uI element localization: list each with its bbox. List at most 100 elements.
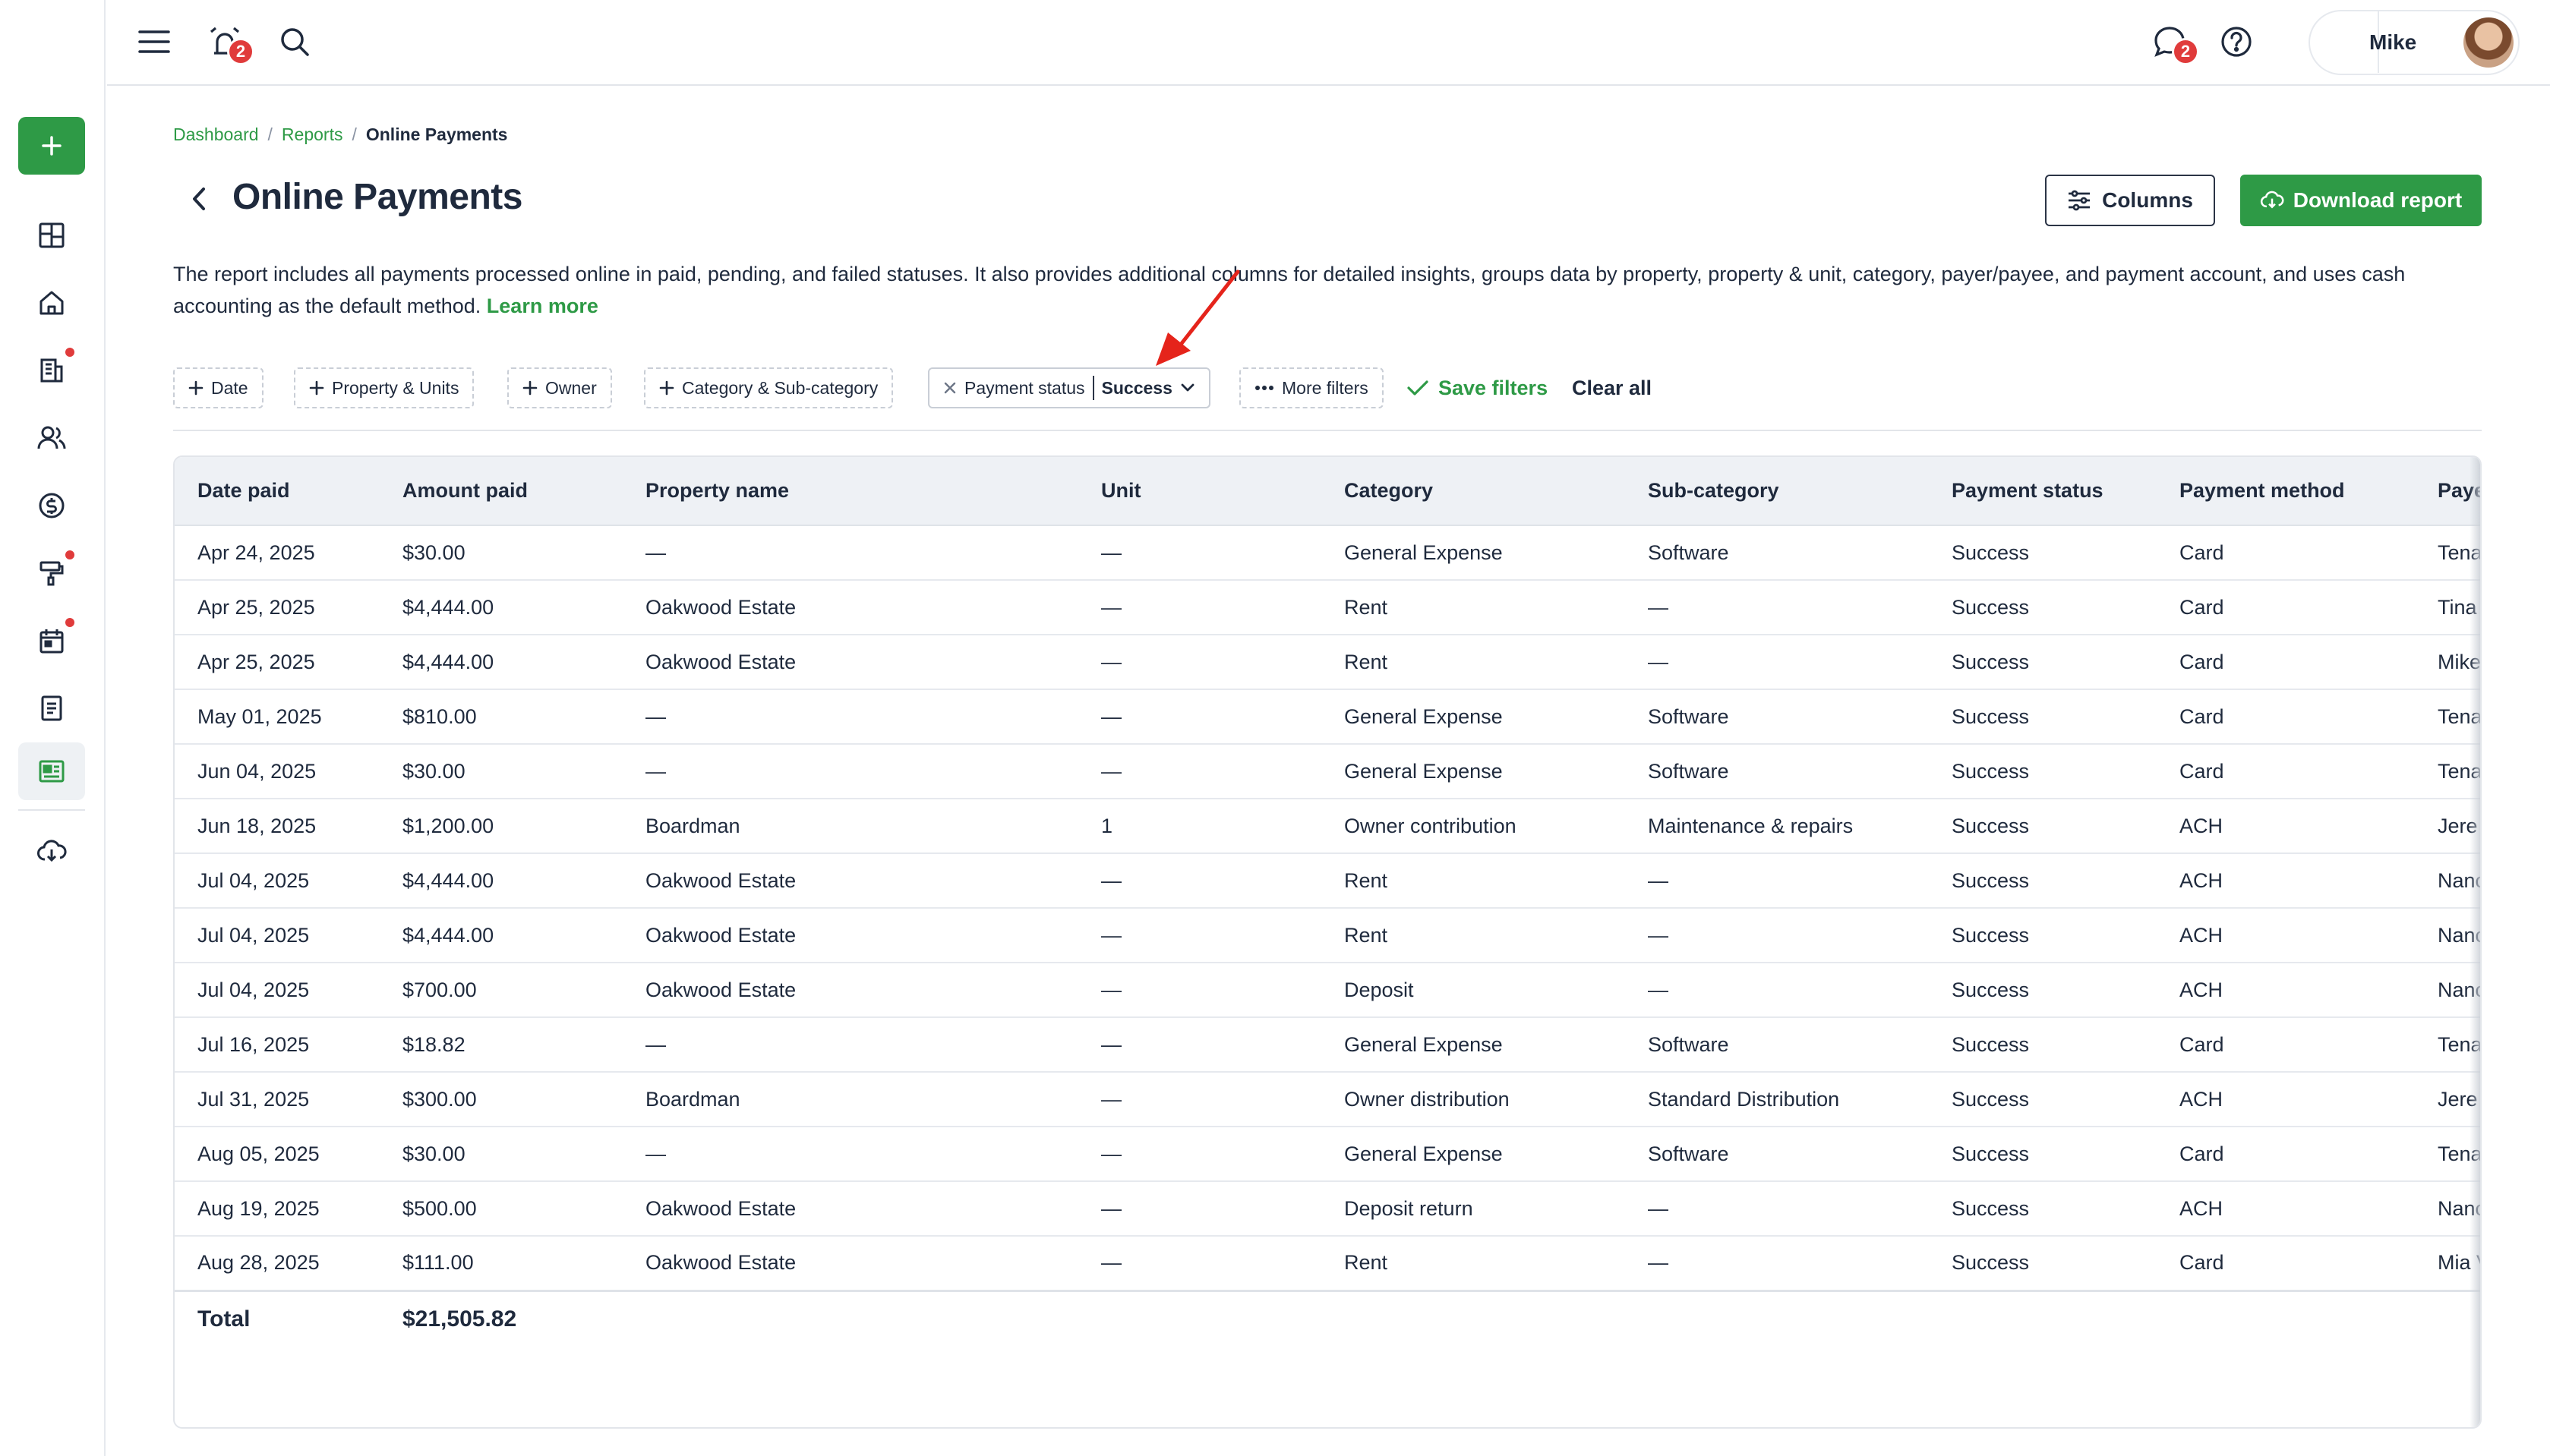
- more-filters-label: More filters: [1282, 377, 1368, 398]
- breadcrumb-dashboard[interactable]: Dashboard: [173, 124, 259, 145]
- column-header[interactable]: Amount paid: [380, 457, 623, 526]
- more-filters-button[interactable]: More filters: [1239, 367, 1384, 408]
- clear-all-button[interactable]: Clear all: [1572, 367, 1652, 408]
- search-icon: [281, 28, 309, 56]
- table-cell: Oakwood Estate: [645, 595, 797, 619]
- filter-date[interactable]: Date: [173, 367, 264, 408]
- learn-more-link[interactable]: Learn more: [487, 295, 598, 317]
- filter-bar: Date Property & Units Owner Category & S…: [173, 367, 2482, 408]
- table-cell: Rent: [1344, 868, 1388, 892]
- table-row[interactable]: Aug 05, 2025 $30.00 — — General Expense Softw…: [175, 1127, 2480, 1181]
- table-cell: $1,200.00: [402, 814, 494, 837]
- table-row[interactable]: Aug 28, 2025 $111.00 Oakwood Estate — Rent — S…: [175, 1236, 2480, 1291]
- table-cell: —: [1648, 978, 1668, 1001]
- sidebar-item-properties[interactable]: [18, 274, 85, 332]
- table-cell: Card: [2179, 704, 2224, 728]
- table-cell: —: [1101, 923, 1122, 947]
- table-row[interactable]: Apr 24, 2025 $30.00 — — General Expense Softw…: [175, 525, 2480, 580]
- table-row[interactable]: Jul 04, 2025 $700.00 Oakwood Estate — Deposi…: [175, 963, 2480, 1017]
- save-filters-button[interactable]: Save filters: [1406, 367, 1548, 408]
- table-cell: Card: [2179, 595, 2224, 619]
- table-cell: Oakwood Estate: [645, 1196, 797, 1220]
- table-header-row: Date paid Amount paid Property name Unit…: [175, 457, 2480, 526]
- table-cell: —: [1101, 978, 1122, 1001]
- total-empty-cell: [1929, 1291, 2157, 1347]
- table-cell: Success: [1952, 978, 2030, 1001]
- table-cell: Rent: [1344, 1251, 1388, 1275]
- user-menu[interactable]: Mike: [2309, 10, 2520, 75]
- table-row[interactable]: Jun 04, 2025 $30.00 — — General Expense Softw…: [175, 744, 2480, 799]
- filter-property-units-label: Property & Units: [332, 377, 459, 398]
- sidebar-item-documents[interactable]: [18, 679, 85, 737]
- sidebar-item-maintenance[interactable]: [18, 544, 85, 602]
- table-row[interactable]: Jun 18, 2025 $1,200.00 Boardman 1 Owner cont…: [175, 799, 2480, 853]
- payments-table: Date paid Amount paid Property name Unit…: [175, 457, 2480, 1347]
- top-bar: 2 2 Mike: [107, 0, 2550, 86]
- table-cell: Oakwood Estate: [645, 923, 797, 947]
- column-header[interactable]: Payment method: [2157, 457, 2415, 526]
- table-cell: General Expense: [1344, 759, 1503, 783]
- sidebar-item-people[interactable]: [18, 409, 85, 467]
- table-cell: Success: [1952, 650, 2030, 673]
- table-cell: Success: [1952, 704, 2030, 728]
- table-cell: General Expense: [1344, 704, 1503, 728]
- column-header[interactable]: Category: [1321, 457, 1625, 526]
- add-new-button[interactable]: [18, 117, 85, 175]
- messages-button[interactable]: 2: [2148, 20, 2199, 65]
- table-cell: Maintenance & repairs: [1648, 814, 1854, 837]
- filter-property-units[interactable]: Property & Units: [294, 367, 475, 408]
- table-cell: $18.82: [402, 1032, 466, 1056]
- table-row[interactable]: Apr 25, 2025 $4,444.00 Oakwood Estate — Rent…: [175, 580, 2480, 635]
- sidebar-item-dashboard[interactable]: [18, 206, 85, 264]
- notification-dot: [65, 550, 74, 559]
- table-cell: Software: [1648, 1142, 1729, 1165]
- filter-category[interactable]: Category & Sub-category: [644, 367, 894, 408]
- total-empty-cell: [623, 1291, 1078, 1347]
- cloud-download-icon: [2260, 191, 2284, 209]
- table-cell: Card: [2179, 650, 2224, 673]
- table-row[interactable]: May 01, 2025 $810.00 — — General Expense Soft…: [175, 689, 2480, 744]
- column-header[interactable]: Date paid: [175, 457, 380, 526]
- notifications-button[interactable]: 2: [203, 20, 254, 65]
- table-cell: $700.00: [402, 978, 477, 1001]
- back-button[interactable]: [182, 182, 216, 216]
- sidebar-item-accounting[interactable]: [18, 477, 85, 534]
- breadcrumb-current: Online Payments: [365, 124, 508, 144]
- save-filters-label: Save filters: [1438, 376, 1548, 399]
- filter-owner[interactable]: Owner: [507, 367, 612, 408]
- building-icon: [40, 358, 63, 383]
- sidebar-item-leasing[interactable]: [18, 342, 85, 399]
- table-cell: Software: [1648, 704, 1729, 728]
- menu-button[interactable]: [132, 20, 176, 64]
- table-cell: Apr 25, 2025: [197, 650, 315, 673]
- table-cell: —: [1101, 650, 1122, 673]
- sidebar-item-reports[interactable]: [18, 742, 85, 800]
- table-row[interactable]: Jul 04, 2025 $4,444.00 Oakwood Estate — Rent…: [175, 908, 2480, 963]
- download-report-label: Download report: [2293, 188, 2463, 212]
- close-icon[interactable]: [943, 381, 957, 395]
- table-row[interactable]: Aug 19, 2025 $500.00 Oakwood Estate — Deposi…: [175, 1181, 2480, 1236]
- download-report-button[interactable]: Download report: [2240, 175, 2482, 226]
- filter-payment-status[interactable]: Payment status Success: [928, 367, 1210, 408]
- home-icon: [39, 291, 64, 315]
- search-button[interactable]: [273, 20, 317, 64]
- help-button[interactable]: [2214, 20, 2258, 64]
- columns-button[interactable]: Columns: [2045, 175, 2215, 226]
- table-row[interactable]: Apr 25, 2025 $4,444.00 Oakwood Estate — Rent…: [175, 635, 2480, 689]
- table-cell: ACH: [2179, 814, 2223, 837]
- breadcrumb-reports[interactable]: Reports: [282, 124, 343, 145]
- table-cell: Software: [1648, 1032, 1729, 1056]
- table-row[interactable]: Jul 04, 2025 $4,444.00 Oakwood Estate — Rent…: [175, 853, 2480, 908]
- sidebar-item-downloads[interactable]: [18, 823, 85, 881]
- column-header[interactable]: Unit: [1078, 457, 1321, 526]
- table-row[interactable]: Jul 31, 2025 $300.00 Boardman — Owner distri…: [175, 1072, 2480, 1127]
- column-header[interactable]: Payment status: [1929, 457, 2157, 526]
- sidebar-item-calendar[interactable]: [18, 612, 85, 670]
- column-header[interactable]: Property name: [623, 457, 1078, 526]
- table-body: Apr 24, 2025 $30.00 — — General Expense Softw…: [175, 525, 2480, 1347]
- table-row[interactable]: Jul 16, 2025 $18.82 — — General Expense Softw…: [175, 1017, 2480, 1072]
- total-row: Total $21,505.82: [175, 1291, 2480, 1347]
- table-cell: —: [1648, 595, 1668, 619]
- column-header[interactable]: Sub-category: [1625, 457, 1929, 526]
- total-empty-cell: [1625, 1291, 1929, 1347]
